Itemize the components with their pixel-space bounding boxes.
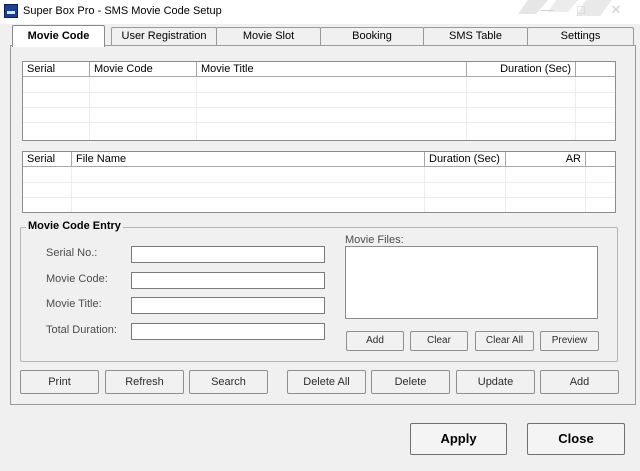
tab-strip: Movie Code User Registration Movie Slot … (10, 25, 636, 47)
grid-line (424, 167, 425, 212)
update-button[interactable]: Update (456, 370, 535, 394)
grid-line (585, 167, 586, 212)
movie-files-list[interactable] (345, 246, 598, 319)
grid-line (89, 77, 90, 140)
preview-file-button[interactable]: Preview (540, 331, 599, 351)
movie-title-input[interactable] (131, 297, 325, 314)
column-header-ar[interactable]: AR (506, 152, 586, 167)
column-header-file-name[interactable]: File Name (72, 152, 425, 167)
movie-code-input[interactable] (131, 272, 325, 289)
tab-movie-slot[interactable]: Movie Slot (216, 27, 321, 46)
movie-grid-header: Serial Movie Code Movie Title Duration (… (23, 62, 615, 77)
grid-line (575, 77, 576, 140)
grid-line (71, 167, 72, 212)
column-header-movie-code[interactable]: Movie Code (90, 62, 197, 77)
file-grid-header: Serial File Name Duration (Sec) AR (23, 152, 615, 167)
tab-sms-table[interactable]: SMS Table (423, 27, 528, 46)
movie-title-label: Movie Title: (46, 298, 102, 310)
grid-line (23, 122, 615, 123)
grid-line (505, 167, 506, 212)
column-header-duration[interactable]: Duration (Sec) (425, 152, 506, 167)
movie-code-label: Movie Code: (46, 273, 108, 285)
tab-settings[interactable]: Settings (527, 27, 634, 46)
serial-no-input[interactable] (131, 246, 325, 263)
tab-user-registration[interactable]: User Registration (111, 27, 217, 46)
total-duration-label: Total Duration: (46, 324, 117, 336)
add-file-button[interactable]: Add (346, 331, 404, 351)
close-button[interactable]: Close (527, 423, 625, 455)
column-header-duration[interactable]: Duration (Sec) (467, 62, 576, 77)
clear-all-files-button[interactable]: Clear All (475, 331, 534, 351)
title-bar: Super Box Pro - SMS Movie Code Setup — □… (0, 0, 640, 24)
print-button[interactable]: Print (20, 370, 99, 394)
delete-all-button[interactable]: Delete All (287, 370, 366, 394)
title-decoration (518, 0, 612, 16)
minimize-icon[interactable]: — (540, 3, 554, 17)
total-duration-input[interactable] (131, 323, 325, 340)
add-movie-button[interactable]: Add (540, 370, 619, 394)
grid-line (196, 77, 197, 140)
group-title: Movie Code Entry (26, 220, 123, 232)
movie-files-label: Movie Files: (345, 234, 404, 246)
tab-movie-code[interactable]: Movie Code (12, 25, 105, 47)
maximize-icon[interactable]: □ (574, 3, 588, 17)
grid-line (466, 77, 467, 140)
refresh-button[interactable]: Refresh (105, 370, 184, 394)
close-icon[interactable]: ✕ (609, 3, 623, 17)
column-header-serial[interactable]: Serial (23, 62, 90, 77)
column-header-serial[interactable]: Serial (23, 152, 72, 167)
delete-button[interactable]: Delete (371, 370, 450, 394)
movie-code-grid[interactable]: Serial Movie Code Movie Title Duration (… (22, 61, 616, 141)
movie-file-grid[interactable]: Serial File Name Duration (Sec) AR (22, 151, 616, 213)
grid-line (23, 107, 615, 108)
grid-line (23, 182, 615, 183)
apply-button[interactable]: Apply (410, 423, 507, 455)
grid-line (23, 197, 615, 198)
serial-no-label: Serial No.: (46, 247, 98, 259)
clear-file-button[interactable]: Clear (410, 331, 468, 351)
search-button[interactable]: Search (189, 370, 268, 394)
app-logo-icon (4, 4, 18, 18)
window-title: Super Box Pro - SMS Movie Code Setup (23, 5, 222, 17)
tab-booking[interactable]: Booking (320, 27, 424, 46)
column-header-movie-title[interactable]: Movie Title (197, 62, 467, 77)
grid-line (23, 92, 615, 93)
